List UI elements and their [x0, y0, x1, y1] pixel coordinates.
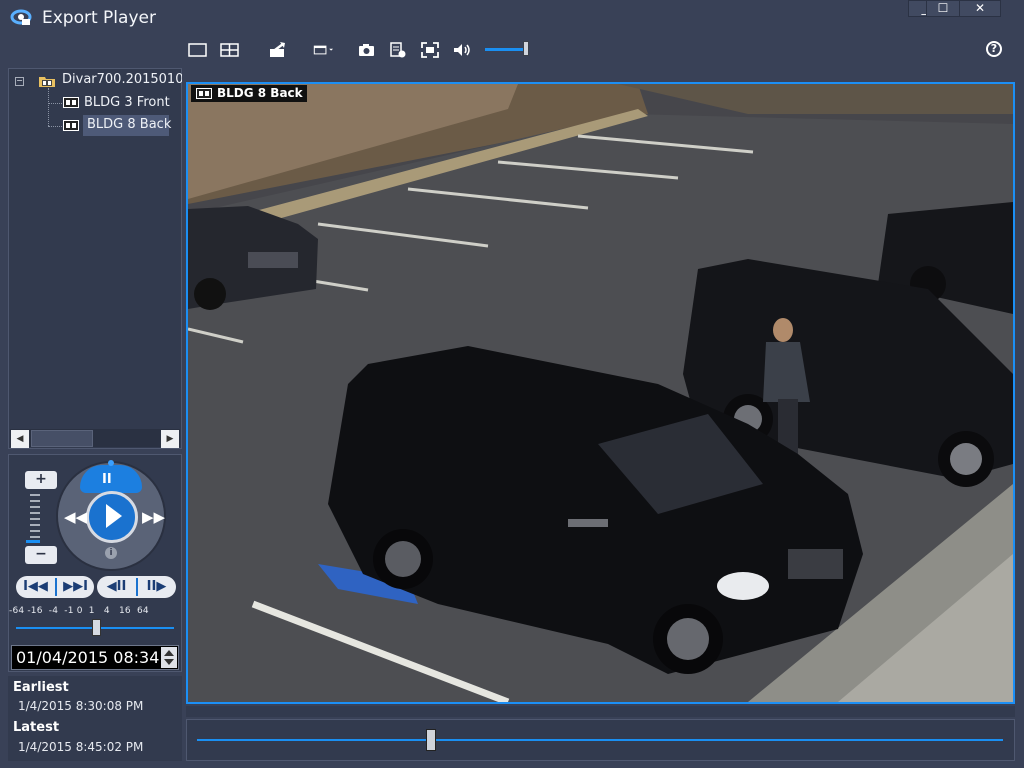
- scroll-right-icon[interactable]: ▶: [161, 430, 179, 448]
- speed-scale-labels: -64 -16 -4 -1 0 1 4 16 64: [9, 606, 149, 616]
- scrollbar-thumb[interactable]: [31, 430, 93, 447]
- help-icon[interactable]: ?: [986, 41, 1002, 57]
- fullscreen-icon[interactable]: [419, 40, 441, 60]
- app-logo-icon: [10, 8, 34, 28]
- tree-item-bldg8-back[interactable]: BLDG 8 Back: [87, 115, 171, 137]
- recorder-folder-icon: [38, 73, 56, 87]
- speed-slider-thumb[interactable]: [92, 619, 101, 636]
- zoom-scale: [30, 494, 40, 540]
- volume-slider-track[interactable]: [485, 48, 527, 51]
- export-icon[interactable]: [267, 40, 289, 60]
- camera-feed-image: [188, 84, 1013, 702]
- tree-connector: [48, 88, 49, 126]
- camera-icon: [63, 120, 79, 131]
- tree-item-bldg3-front[interactable]: BLDG 3 Front: [84, 93, 170, 115]
- tree-connector: [48, 126, 62, 127]
- info-icon[interactable]: i: [105, 547, 117, 559]
- rewind-icon[interactable]: ◀◀: [64, 508, 87, 526]
- zoom-out-button[interactable]: −: [25, 546, 57, 564]
- tree-connector: [48, 103, 62, 104]
- pause-icon: II: [102, 472, 112, 487]
- play-icon: [106, 504, 122, 528]
- latest-label: Latest: [13, 720, 60, 735]
- spin-down-icon[interactable]: [164, 659, 174, 665]
- step-forward-button[interactable]: II▶: [137, 576, 176, 598]
- step-buttons: ◀II II▶: [97, 576, 176, 598]
- volume-icon[interactable]: [451, 40, 473, 60]
- scroll-left-icon[interactable]: ◀: [11, 430, 29, 448]
- datetime-field[interactable]: 01/04/2015 08:34:2: [11, 645, 179, 670]
- snapshot-icon[interactable]: [356, 40, 378, 60]
- jump-to-end-button[interactable]: ▶▶I: [56, 576, 95, 598]
- camera-icon: [63, 97, 79, 108]
- timeline-slider-thumb[interactable]: [426, 729, 436, 751]
- window-title: Export Player: [42, 8, 156, 28]
- print-icon[interactable]: [387, 40, 409, 60]
- layout-menu-icon[interactable]: [313, 40, 347, 60]
- latest-value: 1/4/2015 8:45:02 PM: [18, 740, 144, 754]
- close-button[interactable]: ✕: [959, 0, 1001, 17]
- single-view-icon[interactable]: [187, 40, 209, 60]
- fast-forward-icon[interactable]: ▶▶: [142, 508, 165, 526]
- step-back-button[interactable]: ◀II: [97, 576, 136, 598]
- earliest-label: Earliest: [13, 680, 69, 695]
- earliest-value: 1/4/2015 8:30:08 PM: [18, 699, 144, 713]
- tree-root-label[interactable]: Divar700.20150104: [62, 70, 182, 92]
- video-viewport[interactable]: [186, 82, 1015, 704]
- zoom-level-marker: [26, 540, 40, 543]
- volume-slider-thumb[interactable]: [523, 41, 529, 56]
- timeline-slider-track[interactable]: [197, 739, 1003, 741]
- video-divider: [186, 706, 1015, 717]
- maximize-button[interactable]: ☐: [926, 0, 960, 17]
- quad-view-icon[interactable]: [219, 40, 241, 60]
- zoom-in-button[interactable]: +: [25, 471, 57, 489]
- spin-up-icon[interactable]: [164, 650, 174, 656]
- camera-icon: [196, 88, 212, 99]
- jump-to-start-button[interactable]: I◀◀: [16, 576, 55, 598]
- tree-collapse-toggle[interactable]: −: [15, 77, 24, 86]
- dial-indicator: [108, 460, 114, 466]
- datetime-spinner[interactable]: [161, 647, 177, 668]
- jump-buttons: I◀◀ ▶▶I: [16, 576, 94, 598]
